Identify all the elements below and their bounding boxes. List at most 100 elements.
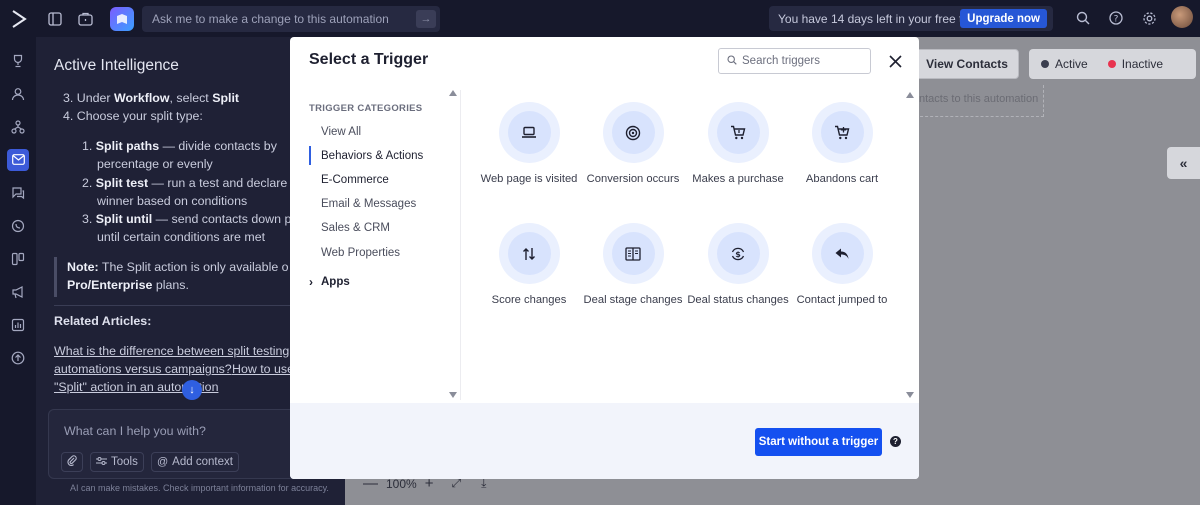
scroll-down-arrow-icon[interactable]: ↓	[182, 380, 202, 400]
paperclip-icon	[67, 455, 77, 469]
chat-input-placeholder: What can I help you with?	[64, 424, 206, 438]
tools-sliders-icon	[96, 456, 107, 469]
cart-icon	[716, 111, 760, 154]
option-2-text-cont: winner based on conditions	[97, 194, 248, 208]
trigger-categories-heading: TRIGGER CATEGORIES	[309, 103, 423, 114]
panel-title: Active Intelligence	[54, 57, 179, 74]
reply-arrow-icon	[820, 232, 864, 275]
trigger-label: Deal stage changes	[583, 294, 683, 306]
upload-circle-icon[interactable]	[0, 341, 36, 374]
user-avatar[interactable]	[1171, 6, 1193, 28]
note-line-2: Pro/Enterprise plans.	[67, 278, 189, 292]
megaphone-icon[interactable]	[0, 275, 36, 308]
active-label: Active	[1055, 57, 1088, 71]
category-sales-crm[interactable]: Sales & CRM	[309, 218, 390, 237]
kanban-icon	[611, 232, 655, 275]
trigger-label: Deal status changes	[687, 294, 789, 306]
briefcase-icon[interactable]	[72, 6, 98, 32]
upgrade-button[interactable]: Upgrade now	[960, 9, 1047, 28]
trigger-abandons-cart[interactable]: Abandons cart	[790, 102, 894, 187]
at-sign-icon: @	[157, 456, 169, 468]
option-2-text: 2. Split test — run a test and declare a	[82, 176, 298, 190]
status-toggle: Active Inactive	[1029, 49, 1196, 79]
trigger-icon-bg	[707, 102, 769, 163]
modal-title: Select a Trigger	[309, 51, 429, 68]
article-link-split-testing-cont[interactable]: automations versus campaigns?	[54, 362, 232, 376]
inactive-label: Inactive	[1121, 57, 1164, 71]
gear-icon[interactable]	[1139, 8, 1159, 28]
add-context-button[interactable]: @ Add context	[151, 452, 239, 472]
apps-group[interactable]: › Apps	[309, 275, 350, 289]
trigger-score-changes[interactable]: Score changes	[477, 223, 581, 308]
categories-scroll-down-icon[interactable]	[449, 392, 457, 398]
triggers-scroll-down-icon[interactable]	[906, 392, 914, 398]
send-arrow-icon[interactable]: →	[416, 9, 436, 28]
sidebar-toggle-icon[interactable]	[42, 6, 68, 32]
trigger-icon-bg	[498, 102, 560, 163]
article-link-split-action[interactable]: How to use	[232, 362, 294, 376]
automations-icon[interactable]	[0, 110, 36, 143]
status-active-option[interactable]: Active	[1029, 57, 1088, 71]
trigger-web-page-visited[interactable]: Web page is visited	[477, 102, 581, 187]
trigger-deal-status-changes[interactable]: $ Deal status changes	[686, 223, 790, 308]
trigger-makes-purchase[interactable]: Makes a purchase	[686, 102, 790, 187]
trigger-contact-jumped-to[interactable]: Contact jumped to	[790, 223, 894, 308]
left-nav-rail	[0, 37, 36, 505]
category-view-all[interactable]: View All	[309, 122, 361, 141]
svg-text:$: $	[735, 250, 741, 259]
up-down-arrows-icon	[507, 232, 551, 275]
category-email-messages[interactable]: Email & Messages	[309, 194, 416, 213]
app-logo-icon[interactable]	[0, 0, 38, 37]
add-contacts-dropzone[interactable]: ntacts to this automation	[910, 85, 1044, 117]
article-link-split-testing[interactable]: What is the difference between split tes…	[54, 344, 289, 358]
help-icon[interactable]: ?	[890, 436, 901, 447]
step-3-text: 3. Under Workflow, select Split	[63, 91, 240, 105]
contacts-icon[interactable]	[0, 77, 36, 110]
trigger-label: Contact jumped to	[796, 294, 888, 306]
ai-command-input[interactable]: Ask me to make a change to this automati…	[142, 5, 440, 32]
deals-pipeline-icon[interactable]	[0, 242, 36, 275]
ai-disclaimer: AI can make mistakes. Check important in…	[70, 483, 329, 493]
svg-text:?: ?	[1114, 15, 1119, 25]
select-trigger-modal: Select a Trigger Search triggers TRIGGER…	[290, 37, 919, 479]
cart-add-icon	[820, 111, 864, 154]
trigger-icon-bg	[811, 223, 873, 284]
search-icon	[727, 54, 737, 68]
trophy-icon[interactable]	[0, 44, 36, 77]
view-contacts-button[interactable]: View Contacts	[915, 49, 1019, 79]
target-icon	[611, 111, 655, 154]
trigger-deal-stage-changes[interactable]: Deal stage changes	[581, 223, 685, 308]
categories-scroll-up-icon[interactable]	[449, 90, 457, 96]
chevron-right-icon: ›	[309, 275, 313, 289]
conversations-icon[interactable]	[0, 176, 36, 209]
category-behaviors-actions[interactable]: Behaviors & Actions	[309, 146, 423, 165]
search-icon[interactable]	[1073, 8, 1093, 28]
whatsapp-icon[interactable]	[0, 209, 36, 242]
start-without-trigger-button[interactable]: Start without a trigger	[755, 428, 882, 456]
trigger-search-placeholder: Search triggers	[742, 55, 820, 67]
triggers-scroll-up-icon[interactable]	[906, 92, 914, 98]
option-1-text-cont: percentage or evenly	[97, 157, 213, 171]
note-line-1: Note: The Split action is only available…	[67, 260, 289, 274]
top-bar: Ask me to make a change to this automati…	[0, 0, 1200, 37]
category-web-properties[interactable]: Web Properties	[309, 243, 400, 262]
ai-command-placeholder: Ask me to make a change to this automati…	[152, 11, 389, 26]
trigger-icon-bg	[811, 102, 873, 163]
categories-divider	[460, 90, 461, 400]
trigger-icon-bg: $	[707, 223, 769, 284]
trigger-search-input[interactable]: Search triggers	[718, 48, 871, 74]
trigger-conversion-occurs[interactable]: Conversion occurs	[581, 102, 685, 187]
tools-button[interactable]: Tools	[90, 452, 144, 472]
option-3-text: 3. Split until — send contacts down p	[82, 212, 292, 226]
category-e-commerce[interactable]: E-Commerce	[309, 170, 389, 189]
attach-button[interactable]	[61, 452, 83, 472]
close-icon[interactable]	[884, 50, 906, 72]
help-icon[interactable]: ?	[1106, 8, 1126, 28]
laptop-icon	[507, 111, 551, 154]
status-inactive-option[interactable]: Inactive	[1088, 57, 1163, 71]
campaigns-mail-icon[interactable]	[0, 143, 36, 176]
related-articles-heading: Related Articles:	[54, 314, 152, 328]
reports-icon[interactable]	[0, 308, 36, 341]
ai-assistant-icon[interactable]	[110, 6, 134, 31]
collapse-panel-icon[interactable]: «	[1167, 147, 1200, 179]
